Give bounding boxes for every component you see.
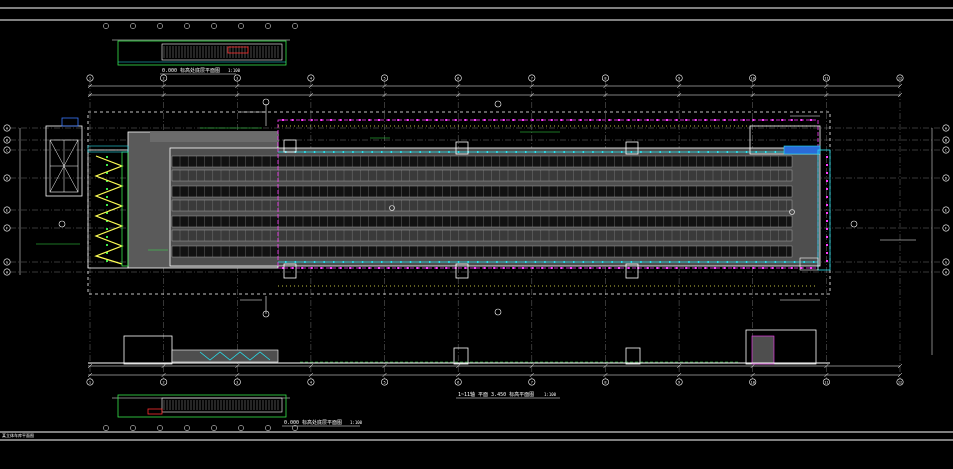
svg-text:E: E [6,208,8,212]
svg-text:B: B [945,138,947,142]
axis-bubble-top-12: 12 [896,74,904,82]
row-bubble-left-F: F [3,224,11,232]
axis-bubble-bottom-4: 4 [307,378,315,386]
axis-bubble-top-7: 7 [528,74,536,82]
svg-text:4: 4 [310,380,312,384]
svg-text:7: 7 [531,76,533,80]
svg-text:5: 5 [383,76,385,80]
svg-text:8: 8 [604,380,606,384]
row-bubble-right-B: B [942,136,950,144]
row-bubble-right-A: A [942,124,950,132]
row-bubble-left-D: D [3,174,11,182]
top-detail-title: 0.000 标高处底层平面图 [162,67,220,74]
svg-text:G: G [945,260,947,264]
axis-bubble-top-5: 5 [381,74,389,82]
row-bubble-right-D: D [942,174,950,182]
svg-text:F: F [945,226,947,230]
bottom-elevation-strip [88,349,830,364]
row-bubble-left-A: A [3,124,11,132]
axis-bubble-bottom-12: 12 [896,378,904,386]
axis-bubble-top-10: 10 [749,74,757,82]
svg-text:1: 1 [89,380,91,384]
svg-text:H: H [6,270,8,274]
bottom-detail-scale: 1:100 [350,420,363,425]
svg-text:9: 9 [678,380,680,384]
top-detail-view: 0.000 标高处底层平面图 1:100 [103,23,298,75]
svg-text:B: B [6,138,8,142]
bottom-detail-view: 0.000 标高处底层平面图 1:100 [103,394,363,431]
svg-text:C: C [6,148,8,152]
axis-bubble-bottom-1: 1 [86,378,94,386]
svg-text:3: 3 [236,380,238,384]
corner-note: 某立体车库平面图 [2,432,34,438]
axis-bubble-top-8: 8 [601,74,609,82]
axis-bubbles-bottom: 1 2 3 4 5 6 7 8 9 10 11 12 [86,378,904,386]
svg-text:10: 10 [751,380,755,384]
svg-text:5: 5 [383,380,385,384]
svg-text:D: D [945,176,947,180]
svg-text:3: 3 [236,76,238,80]
row-bubble-right-C: C [942,146,950,154]
row-bubble-right-E: E [942,206,950,214]
svg-text:D: D [6,176,8,180]
row-bubble-left-E: E [3,206,11,214]
row-bubble-right-H: H [942,268,950,276]
main-plan-title: 1~11轴 平面 3.450 标高平面图 [458,391,534,398]
axis-bubbles-top: 1 2 3 4 5 6 7 8 9 10 11 12 [86,74,904,82]
axis-bubble-bottom-7: 7 [528,378,536,386]
svg-text:12: 12 [898,380,902,384]
axis-bubble-top-11: 11 [822,74,830,82]
axis-bubble-bottom-5: 5 [381,378,389,386]
axis-bubble-bottom-10: 10 [749,378,757,386]
axis-bubble-bottom-2: 2 [160,378,168,386]
svg-text:2: 2 [163,380,165,384]
row-bubble-left-C: C [3,146,11,154]
row-bubble-right-G: G [942,258,950,266]
axis-bubble-bottom-9: 9 [675,378,683,386]
axis-bubble-top-9: 9 [675,74,683,82]
axis-bubble-top-2: 2 [160,74,168,82]
svg-text:6: 6 [457,380,459,384]
svg-text:2: 2 [163,76,165,80]
main-floor-plan: 1 2 3 4 5 6 7 8 9 10 11 12 1 2 3 4 5 6 7 8 9 10 11 12 A AB BC CD D… [3,74,950,399]
svg-text:C: C [945,148,947,152]
svg-text:1: 1 [89,76,91,80]
svg-text:9: 9 [678,76,680,80]
svg-text:12: 12 [898,76,902,80]
bottom-detail-title: 0.000 标高处底层平面图 [284,419,342,426]
top-detail-scale: 1:100 [228,68,241,73]
svg-text:6: 6 [457,76,459,80]
cad-drawing-canvas: 0.000 标高处底层平面图 1:100 0.000 标高处底层平面图 1:10… [0,7,953,441]
axis-bubble-bottom-11: 11 [822,378,830,386]
ventilation-fan-icon [45,117,83,197]
row-bubble-right-F: F [942,224,950,232]
row-bubble-left-H: H [3,268,11,276]
axis-bubble-bottom-3: 3 [233,378,241,386]
axis-bubble-bottom-8: 8 [601,378,609,386]
svg-text:4: 4 [310,76,312,80]
axis-bubble-top-3: 3 [233,74,241,82]
row-bubble-left-G: G [3,258,11,266]
svg-text:11: 11 [824,380,828,384]
axis-bubble-bottom-6: 6 [454,378,462,386]
axis-bubble-top-4: 4 [307,74,315,82]
svg-text:E: E [945,208,947,212]
svg-text:7: 7 [531,380,533,384]
svg-text:8: 8 [604,76,606,80]
svg-text:F: F [6,226,8,230]
svg-text:11: 11 [824,76,828,80]
svg-text:G: G [6,260,8,264]
svg-text:H: H [945,270,947,274]
axis-bubble-top-1: 1 [86,74,94,82]
main-plan-scale: 1:100 [544,392,557,397]
svg-text:10: 10 [751,76,755,80]
axis-bubble-top-6: 6 [454,74,462,82]
row-bubble-left-B: B [3,136,11,144]
